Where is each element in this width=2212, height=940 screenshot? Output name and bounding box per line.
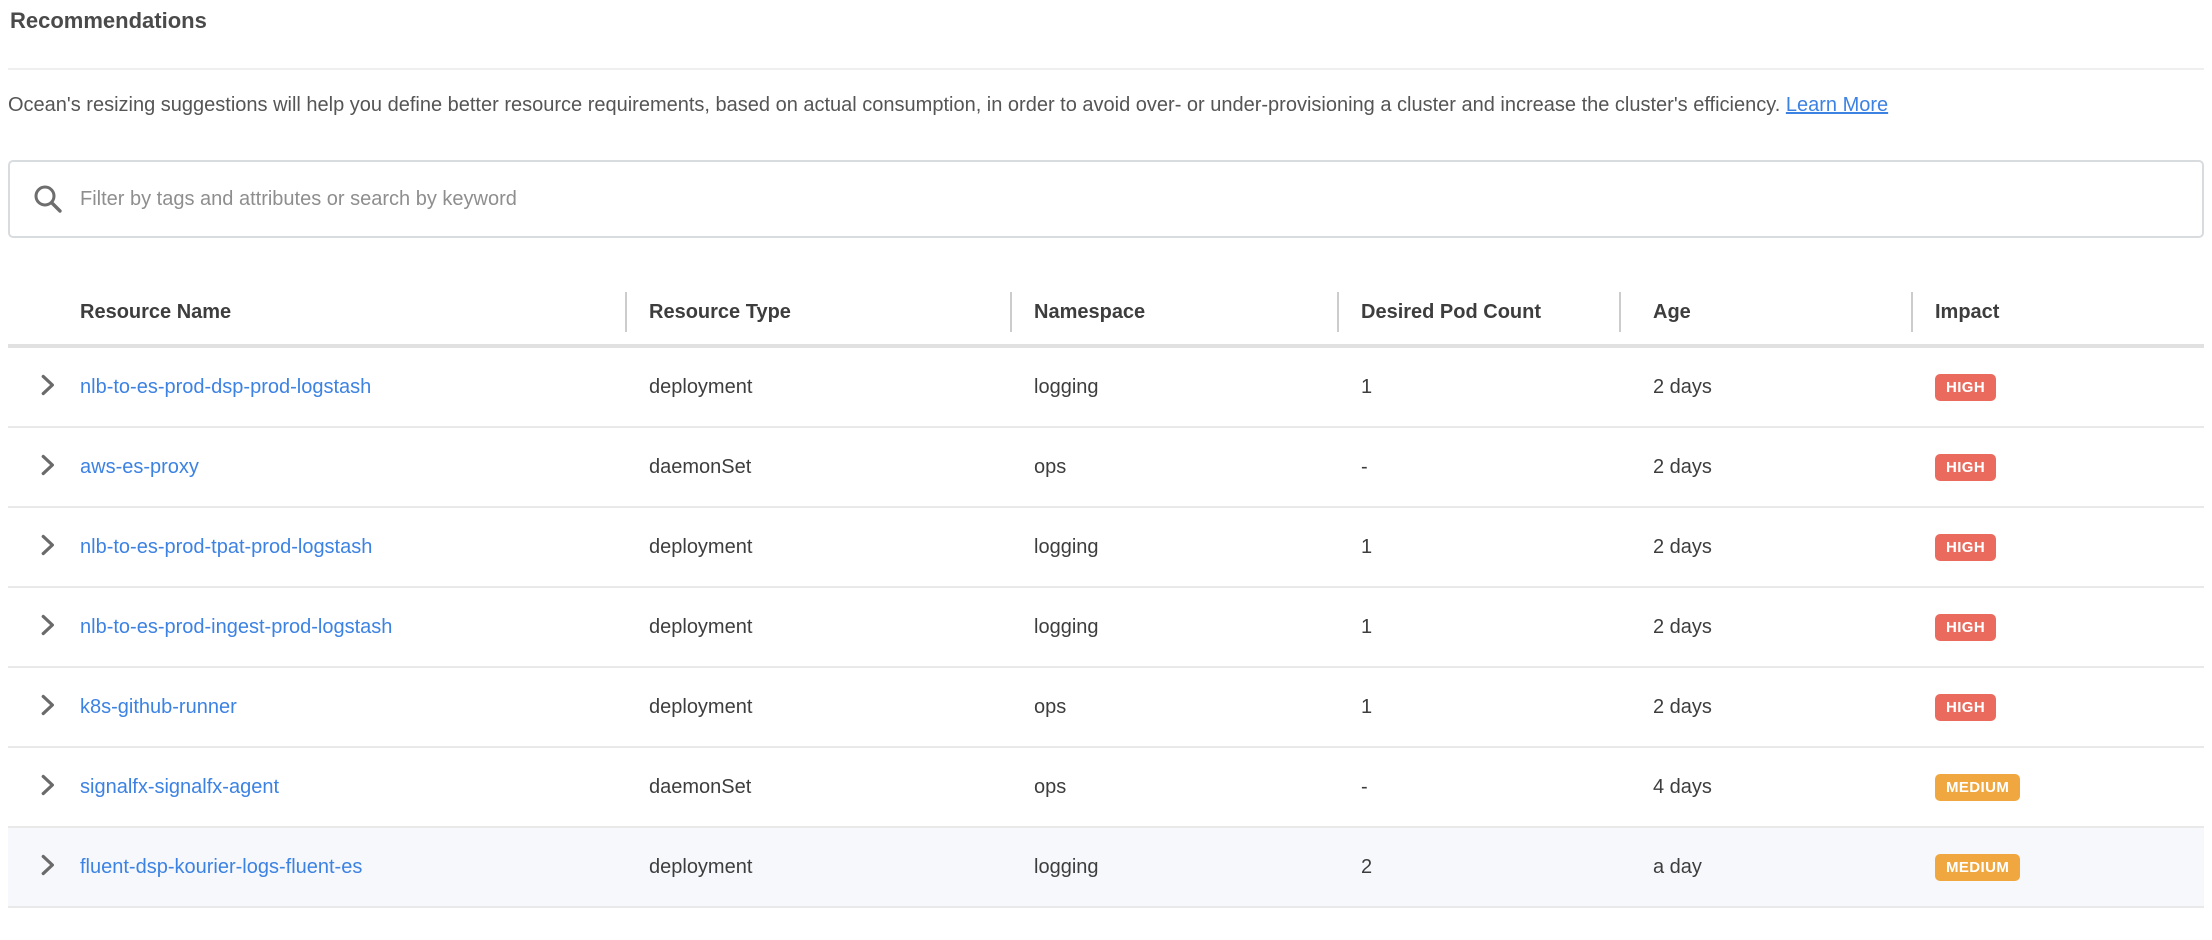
chevron-right-icon[interactable]: [40, 534, 60, 560]
resource-name-link[interactable]: nlb-to-es-prod-dsp-prod-logstash: [80, 376, 371, 399]
table-row[interactable]: signalfx-signalfx-agent daemonSet ops - …: [8, 748, 2204, 828]
table-row[interactable]: nlb-to-es-prod-dsp-prod-logstash deploym…: [8, 348, 2204, 428]
pod-count-cell: 1: [1337, 616, 1619, 639]
impact-badge: MEDIUM: [1935, 854, 2020, 881]
resource-name-link[interactable]: nlb-to-es-prod-tpat-prod-logstash: [80, 536, 372, 559]
resource-type-cell: daemonSet: [625, 776, 1010, 799]
column-header-resource-type: Resource Type: [625, 301, 1010, 324]
recommendations-table: Resource Name Resource Type Namespace De…: [8, 280, 2204, 908]
resource-name-link[interactable]: nlb-to-es-prod-ingest-prod-logstash: [80, 616, 392, 639]
age-cell: 2 days: [1619, 616, 1911, 639]
table-header-row: Resource Name Resource Type Namespace De…: [8, 280, 2204, 348]
impact-badge: HIGH: [1935, 694, 1996, 721]
age-cell: 2 days: [1619, 376, 1911, 399]
learn-more-link[interactable]: Learn More: [1786, 94, 1888, 116]
chevron-right-icon[interactable]: [40, 854, 60, 880]
namespace-cell: logging: [1010, 376, 1337, 399]
pod-count-cell: 1: [1337, 536, 1619, 559]
table-row[interactable]: k8s-github-runner deployment ops 1 2 day…: [8, 668, 2204, 748]
impact-badge: HIGH: [1935, 614, 1996, 641]
chevron-right-icon[interactable]: [40, 774, 60, 800]
resource-type-cell: deployment: [625, 376, 1010, 399]
table-row[interactable]: nlb-to-es-prod-ingest-prod-logstash depl…: [8, 588, 2204, 668]
impact-badge: HIGH: [1935, 534, 1996, 561]
age-cell: a day: [1619, 856, 1911, 879]
chevron-right-icon[interactable]: [40, 374, 60, 400]
filter-search-box[interactable]: [8, 160, 2204, 238]
namespace-cell: ops: [1010, 776, 1337, 799]
namespace-cell: ops: [1010, 696, 1337, 719]
age-cell: 2 days: [1619, 696, 1911, 719]
table-row[interactable]: aws-es-proxy daemonSet ops - 2 days HIGH: [8, 428, 2204, 508]
namespace-cell: ops: [1010, 456, 1337, 479]
pod-count-cell: -: [1337, 456, 1619, 479]
resource-name-link[interactable]: fluent-dsp-kourier-logs-fluent-es: [80, 856, 362, 879]
pod-count-cell: 2: [1337, 856, 1619, 879]
age-cell: 4 days: [1619, 776, 1911, 799]
column-header-resource-name: Resource Name: [8, 301, 625, 324]
resource-name-link[interactable]: signalfx-signalfx-agent: [80, 776, 279, 799]
resource-type-cell: daemonSet: [625, 456, 1010, 479]
namespace-cell: logging: [1010, 536, 1337, 559]
pod-count-cell: 1: [1337, 696, 1619, 719]
table-row[interactable]: nlb-to-es-prod-tpat-prod-logstash deploy…: [8, 508, 2204, 588]
age-cell: 2 days: [1619, 456, 1911, 479]
description-body: Ocean's resizing suggestions will help y…: [8, 94, 1780, 116]
filter-search-input[interactable]: [80, 162, 2202, 236]
namespace-cell: logging: [1010, 616, 1337, 639]
chevron-right-icon[interactable]: [40, 614, 60, 640]
chevron-right-icon[interactable]: [40, 694, 60, 720]
resource-type-cell: deployment: [625, 616, 1010, 639]
impact-badge: HIGH: [1935, 374, 1996, 401]
resource-type-cell: deployment: [625, 696, 1010, 719]
page-title: Recommendations: [8, 6, 2204, 34]
namespace-cell: logging: [1010, 856, 1337, 879]
column-header-namespace: Namespace: [1010, 301, 1337, 324]
search-icon: [32, 183, 64, 215]
chevron-right-icon[interactable]: [40, 454, 60, 480]
resource-name-link[interactable]: aws-es-proxy: [80, 456, 199, 479]
column-header-desired-pod-count: Desired Pod Count: [1337, 301, 1619, 324]
recommendations-page: Recommendations Ocean's resizing suggest…: [0, 0, 2212, 940]
table-body: nlb-to-es-prod-dsp-prod-logstash deploym…: [8, 348, 2204, 908]
age-cell: 2 days: [1619, 536, 1911, 559]
title-divider: [8, 68, 2204, 70]
pod-count-cell: -: [1337, 776, 1619, 799]
impact-badge: MEDIUM: [1935, 774, 2020, 801]
column-header-age: Age: [1619, 301, 1911, 324]
description-text: Ocean's resizing suggestions will help y…: [8, 86, 2198, 124]
impact-badge: HIGH: [1935, 454, 1996, 481]
pod-count-cell: 1: [1337, 376, 1619, 399]
resource-name-link[interactable]: k8s-github-runner: [80, 696, 237, 719]
resource-type-cell: deployment: [625, 536, 1010, 559]
resource-type-cell: deployment: [625, 856, 1010, 879]
column-header-impact: Impact: [1911, 301, 2204, 324]
table-row[interactable]: fluent-dsp-kourier-logs-fluent-es deploy…: [8, 828, 2204, 908]
